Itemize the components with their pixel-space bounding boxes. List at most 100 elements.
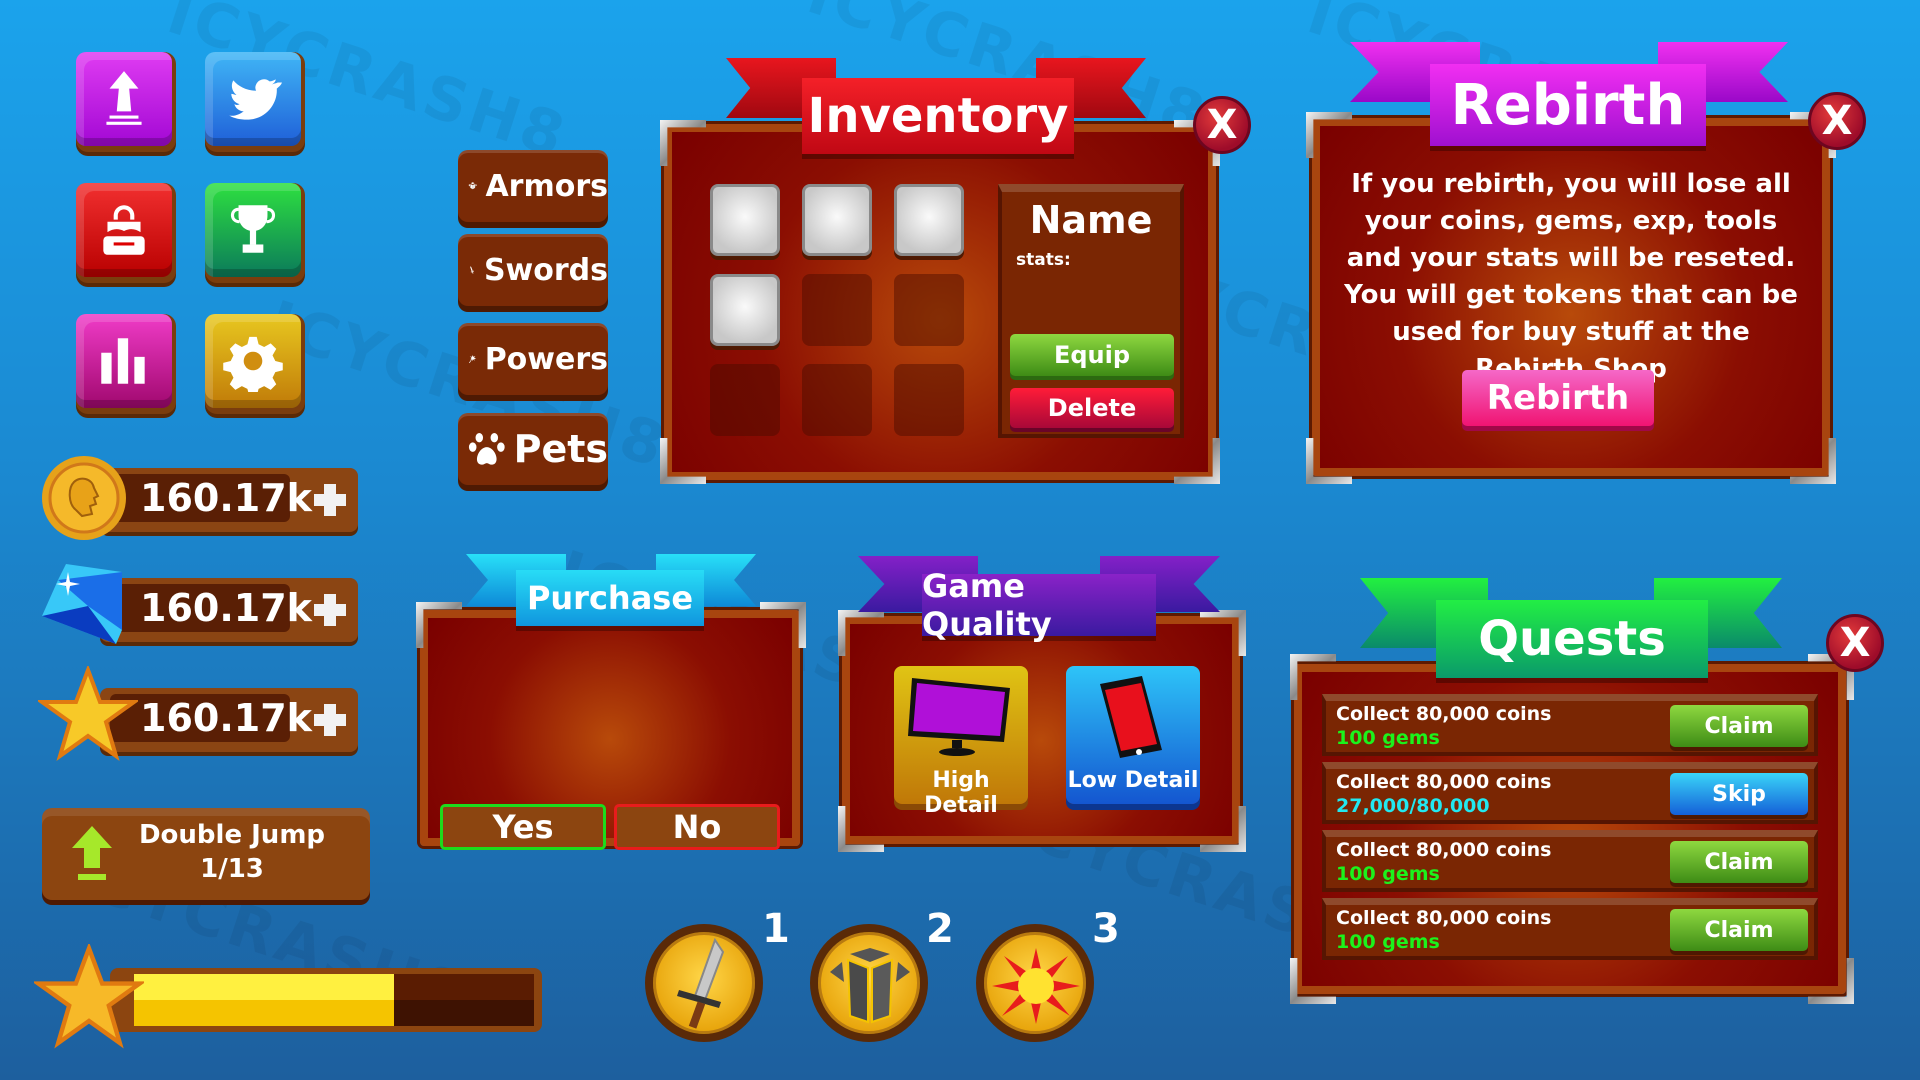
game-quality-panel: High Detail Low Detail [842, 616, 1240, 844]
add-stars-plus-icon[interactable] [310, 700, 350, 740]
coin-icon [42, 456, 126, 540]
coins-value: 160.17k [140, 476, 312, 520]
tab-swords[interactable]: Swords [458, 234, 608, 306]
armor-icon [830, 948, 910, 1024]
quest-task: Collect 80,000 coins [1336, 839, 1552, 861]
low-detail-button[interactable]: Low Detail [1066, 666, 1200, 804]
quest-reward: 100 gems [1336, 727, 1440, 749]
delete-button[interactable]: Delete [1010, 388, 1174, 428]
quest-skip-button[interactable]: Skip [1670, 773, 1808, 815]
inventory-slot[interactable] [802, 364, 872, 436]
inventory-slot[interactable] [894, 184, 964, 256]
gear-icon [223, 336, 283, 392]
twitter-button[interactable] [205, 52, 305, 152]
purchase-ribbon: Purchase [516, 570, 704, 626]
xp-bar-fill [134, 974, 394, 1026]
item-stats-label: stats: [1016, 250, 1071, 270]
quest-claim-button[interactable]: Claim [1670, 705, 1808, 747]
quest-reward: 100 gems [1336, 863, 1440, 885]
star-icon [34, 944, 144, 1049]
gems-value: 160.17k [140, 586, 312, 630]
rebirth-ribbon: Rebirth [1430, 64, 1706, 146]
high-detail-button[interactable]: High Detail [894, 666, 1028, 818]
rebirth-arrow-icon [106, 71, 142, 125]
settings-button[interactable] [205, 314, 305, 414]
inventory-slot[interactable] [710, 184, 780, 256]
bar-chart-icon [101, 338, 145, 384]
backpack-icon [103, 205, 145, 255]
stats-button[interactable] [76, 314, 176, 414]
rebirth-button[interactable] [76, 52, 176, 152]
tab-pets[interactable]: Pets [458, 413, 608, 485]
inventory-slot[interactable] [894, 274, 964, 346]
close-icon: X [1821, 98, 1853, 144]
quest-task: Collect 80,000 coins [1336, 907, 1552, 929]
phone-icon [1100, 676, 1162, 758]
purchase-yes-button[interactable]: Yes [440, 804, 606, 850]
inventory-close-button[interactable]: X [1193, 96, 1251, 154]
inventory-slot[interactable] [802, 184, 872, 256]
up-arrow-icon [72, 826, 112, 880]
quest-row: Collect 80,000 coins 100 gems Claim [1322, 830, 1818, 892]
inventory-slot[interactable] [710, 364, 780, 436]
inventory-panel: Name stats: Equip Delete [664, 124, 1216, 480]
stars-value: 160.17k [140, 696, 312, 740]
tab-pets-label: Pets [513, 427, 608, 471]
quest-task: Collect 80,000 coins [1336, 703, 1552, 725]
tab-armors[interactable]: Armors [458, 150, 608, 222]
tab-powers[interactable]: Powers [458, 323, 608, 395]
armor-icon [468, 182, 477, 190]
equip-button[interactable]: Equip [1010, 334, 1174, 376]
hotbar-slot-1[interactable] [645, 924, 763, 1042]
add-gems-plus-icon[interactable] [310, 590, 350, 630]
close-icon: X [1206, 102, 1238, 148]
hotbar-slot-2[interactable] [810, 924, 928, 1042]
xp-bar [110, 968, 542, 1032]
item-details-box: Name stats: Equip Delete [998, 184, 1184, 438]
quest-row: Collect 80,000 coins 27,000/80,000 Skip [1322, 762, 1818, 824]
gem-icon [42, 564, 122, 644]
double-jump-label: Double Jump [138, 820, 326, 850]
star-icon [38, 666, 138, 761]
paw-icon [468, 433, 505, 465]
inventory-slot[interactable] [710, 274, 780, 346]
hotbar-slot-3[interactable] [976, 924, 1094, 1042]
leaderboard-trophy-button[interactable] [205, 183, 305, 283]
inventory-ribbon: Inventory [802, 78, 1074, 154]
quest-task: Collect 80,000 coins [1336, 771, 1552, 793]
inventory-slot[interactable] [802, 274, 872, 346]
quest-claim-button[interactable]: Claim [1670, 909, 1808, 951]
tab-swords-label: Swords [483, 252, 608, 288]
quests-title: Quests [1478, 611, 1666, 667]
explosion-icon [992, 948, 1080, 1024]
twitter-bird-icon [229, 79, 282, 120]
rebirth-message: If you rebirth, you will lose all your c… [1344, 169, 1798, 384]
quests-ribbon: Quests [1436, 600, 1708, 678]
rebirth-close-button[interactable]: X [1808, 92, 1866, 150]
double-jump-upgrade-button[interactable]: Double Jump 1/13 [42, 808, 370, 900]
stars-counter: 160.17k [100, 688, 358, 752]
sword-icon [469, 266, 474, 274]
rebirth-panel: If you rebirth, you will lose all your c… [1312, 118, 1830, 476]
tab-armors-label: Armors [485, 168, 608, 204]
inventory-slot[interactable] [894, 364, 964, 436]
double-jump-progress: 1/13 [200, 854, 264, 884]
quests-close-button[interactable]: X [1826, 614, 1884, 672]
quest-row: Collect 80,000 coins 100 gems Claim [1322, 694, 1818, 756]
close-icon: X [1839, 620, 1871, 666]
coins-counter: 160.17k [100, 468, 358, 532]
game-quality-ribbon: Game Quality [922, 567, 1156, 643]
add-coins-plus-icon[interactable] [310, 480, 350, 520]
purchase-title: Purchase [526, 579, 694, 617]
inventory-title: Inventory [807, 88, 1069, 144]
item-name: Name [1029, 198, 1153, 242]
purchase-no-button[interactable]: No [614, 804, 780, 850]
quest-progress: 27,000/80,000 [1336, 795, 1490, 817]
quest-claim-button[interactable]: Claim [1670, 841, 1808, 883]
backpack-button[interactable] [76, 183, 176, 283]
rebirth-title: Rebirth [1450, 72, 1686, 138]
gems-counter: 160.17k [100, 578, 358, 642]
quest-row: Collect 80,000 coins 100 gems Claim [1322, 898, 1818, 960]
rebirth-confirm-button[interactable]: Rebirth [1462, 370, 1654, 426]
hotbar-slot-3-number: 3 [1092, 906, 1120, 952]
